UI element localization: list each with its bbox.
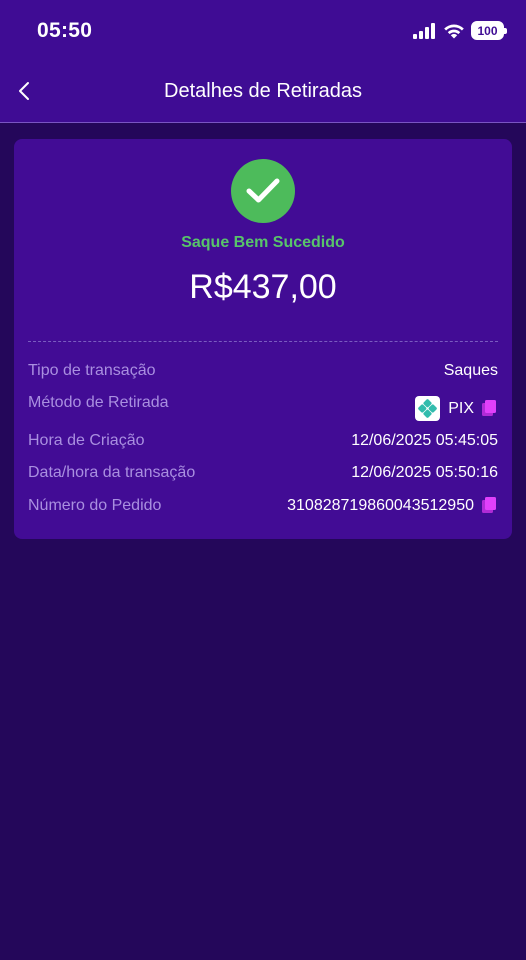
status-time: 05:50 <box>37 19 93 42</box>
copy-icon[interactable] <box>482 399 498 418</box>
check-icon <box>246 178 280 203</box>
wifi-icon <box>444 24 464 38</box>
creation-time-label: Hora de Criação <box>28 432 145 449</box>
signal-icon <box>413 22 435 39</box>
page-title: Detalhes de Retiradas <box>164 80 362 102</box>
detail-row-transaction-datetime: Data/hora da transação 12/06/2025 05:50:… <box>28 464 498 488</box>
transaction-datetime-value: 12/06/2025 05:50:16 <box>351 464 498 482</box>
order-number-value: 310828719860043512950 <box>287 497 498 515</box>
battery-level: 100 <box>477 23 498 38</box>
transaction-type-text: Saques <box>443 362 498 379</box>
pix-icon <box>415 396 441 421</box>
detail-row-creation-time: Hora de Criação 12/06/2025 05:45:05 <box>28 432 498 456</box>
header: 05:50 100 Detalhes de Retiradas <box>0 0 526 123</box>
amount-value: R$437,00 <box>189 268 337 306</box>
status-text: Saque Bem Sucedido <box>181 234 345 251</box>
creation-time-text: 12/06/2025 05:45:05 <box>351 432 498 449</box>
withdrawal-method-label: Método de Retirada <box>28 394 169 411</box>
order-number-text: 310828719860043512950 <box>287 497 474 514</box>
divider <box>28 341 498 342</box>
withdrawal-details-card: Saque Bem Sucedido R$437,00 Tipo de tran… <box>14 139 512 539</box>
detail-row-withdrawal-method: Método de Retirada PIX <box>28 394 498 421</box>
withdrawal-method-text: PIX <box>448 399 474 417</box>
nav-bar: Detalhes de Retiradas <box>0 62 526 122</box>
transaction-type-label: Tipo de transação <box>28 362 156 379</box>
creation-time-value: 12/06/2025 05:45:05 <box>351 432 498 450</box>
transaction-datetime-text: 12/06/2025 05:50:16 <box>351 464 498 481</box>
detail-row-order-number: Número do Pedido 310828719860043512950 <box>28 497 498 521</box>
battery-icon: 100 <box>471 21 507 40</box>
transaction-type-value: Saques <box>444 362 498 380</box>
detail-row-transaction-type: Tipo de transação Saques <box>28 362 498 386</box>
status-icons: 100 <box>413 21 507 40</box>
status-bar: 05:50 100 <box>0 0 526 62</box>
copy-icon[interactable] <box>482 497 498 515</box>
withdrawal-method-value: PIX <box>415 396 498 421</box>
success-check-icon <box>231 159 295 223</box>
order-number-label: Número do Pedido <box>28 497 162 514</box>
transaction-datetime-label: Data/hora da transação <box>28 464 196 481</box>
